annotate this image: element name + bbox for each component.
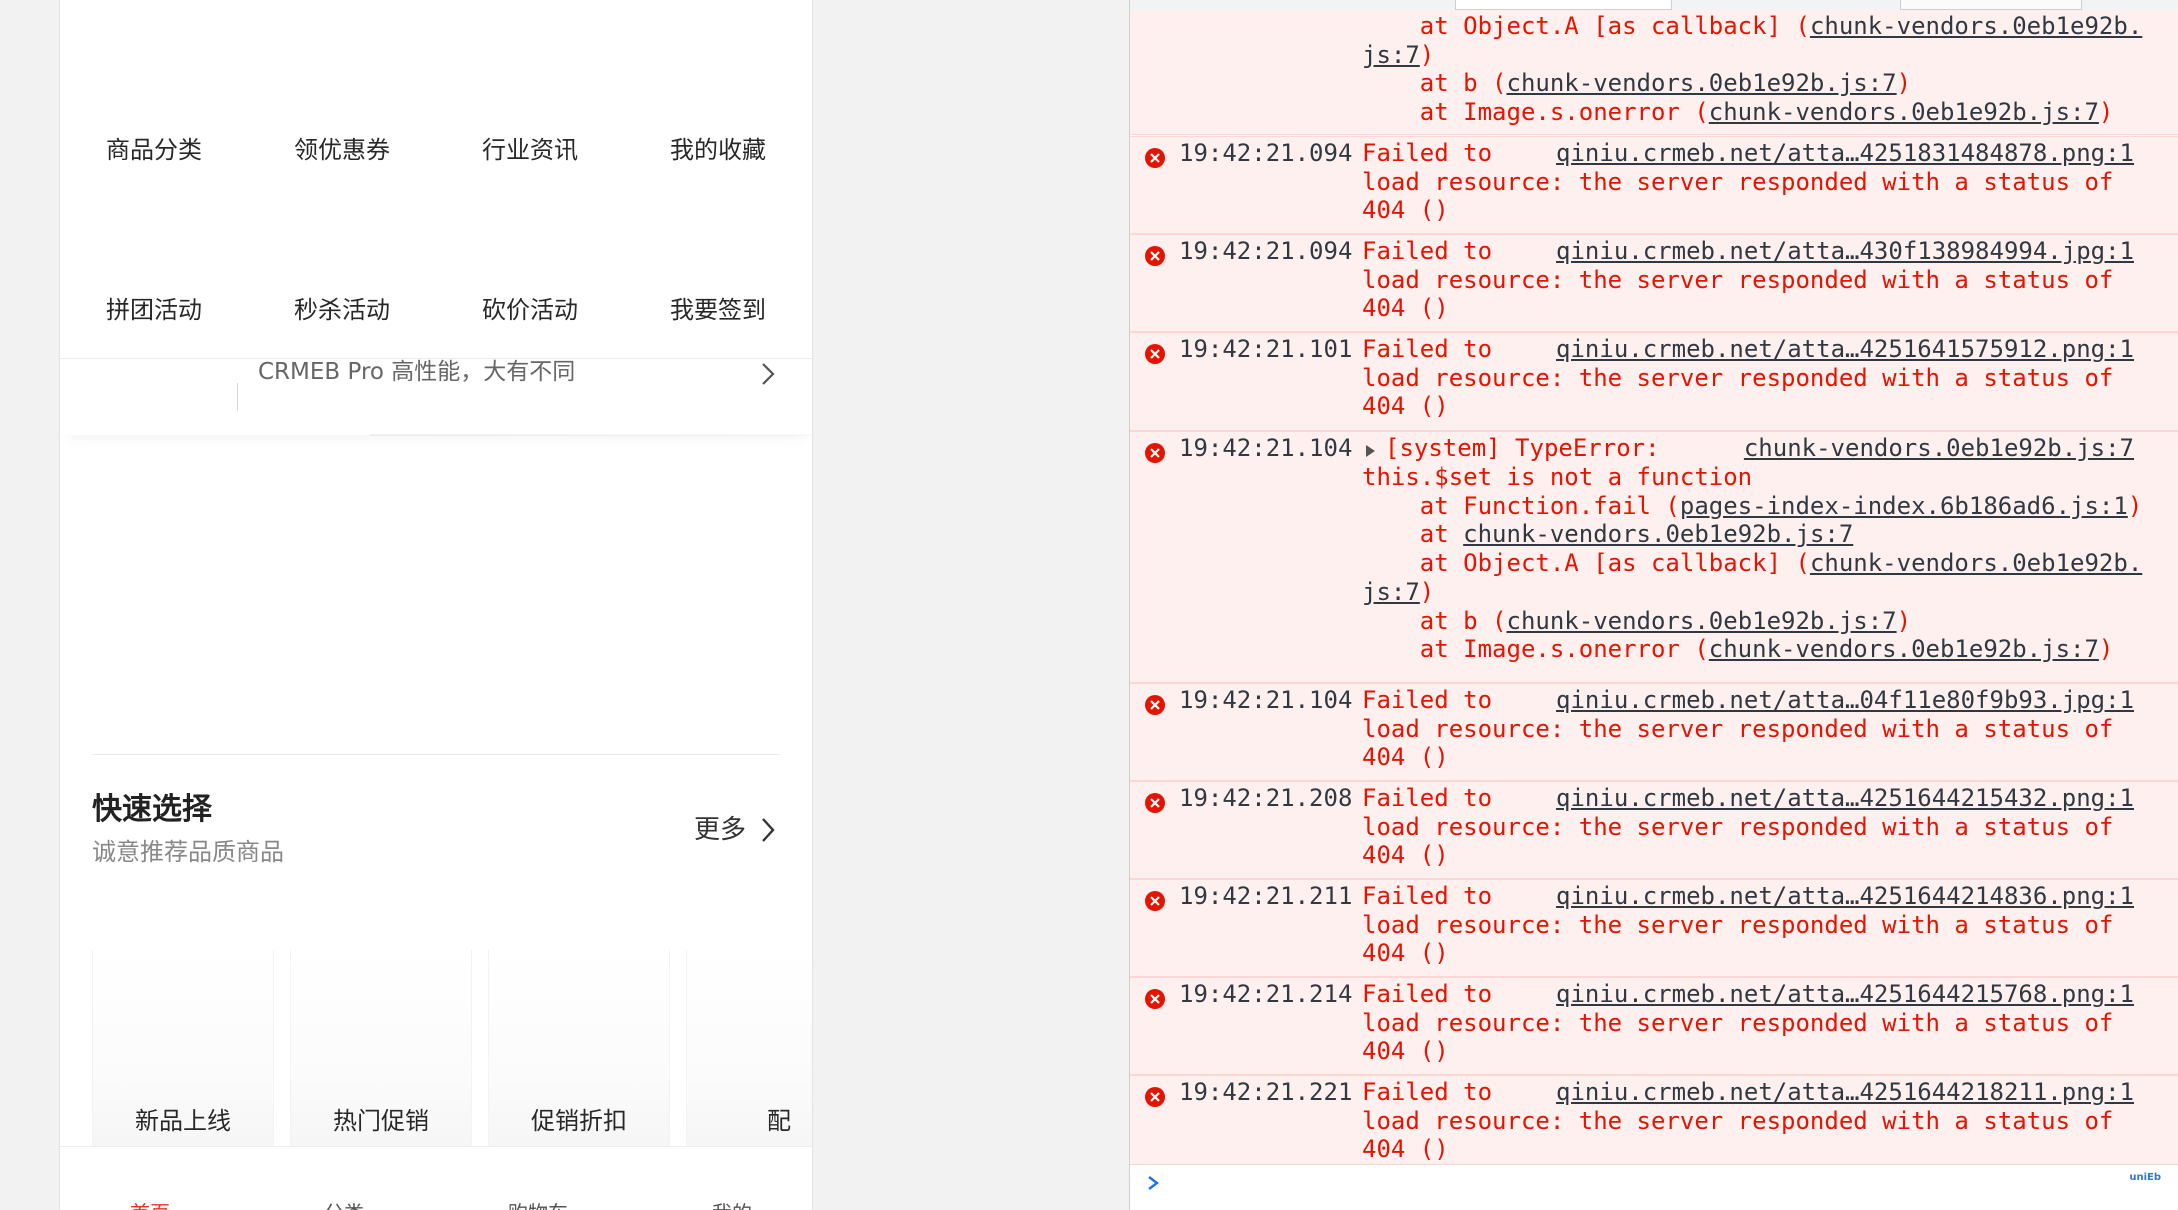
message-timestamp: 19:42:21.101 bbox=[1179, 335, 1353, 363]
quick-item-label: 促销折扣 bbox=[531, 1107, 627, 1135]
message-timestamp: 19:42:21.211 bbox=[1179, 882, 1353, 910]
quick-item[interactable]: 促销折扣 bbox=[488, 950, 670, 1146]
message-timestamp: 19:42:21.208 bbox=[1179, 784, 1353, 812]
error-icon bbox=[1145, 246, 1165, 266]
message-timestamp: 19:42:21.214 bbox=[1179, 980, 1353, 1008]
error-icon bbox=[1145, 443, 1165, 463]
stack-trace: at Object.A [as callback] (chunk-vendors… bbox=[1362, 12, 2143, 127]
source-link[interactable]: qiniu.crmeb.net/atta…04f11e80f9b93.jpg:1 bbox=[1556, 686, 2134, 715]
console-error-message: 19:42:21.221 Failed to load resource: th… bbox=[1130, 1075, 2178, 1165]
menu-item-category[interactable]: 商品分类 bbox=[60, 128, 248, 172]
source-link[interactable]: chunk-vendors.0eb1e92b.js:7 bbox=[1709, 635, 2099, 663]
menu-item-flash-sale[interactable]: 秒杀活动 bbox=[248, 288, 436, 332]
source-link[interactable]: pages-index-index.6b186ad6.js:1 bbox=[1680, 492, 2128, 520]
source-link[interactable]: chunk-vendors.0eb1e92b.js:7 bbox=[1507, 607, 1897, 635]
console-error-message-typeerror[interactable]: 19:42:21.104 [system] TypeError: chunk-v… bbox=[1130, 431, 2178, 683]
source-link[interactable]: chunk-vendors.0eb1e92b.js:7 bbox=[1507, 69, 1897, 97]
console-error-message: 19:42:21.211 Failed to load resource: th… bbox=[1130, 879, 2178, 977]
tab-mine[interactable]: 我的 bbox=[682, 1201, 782, 1210]
source-link[interactable]: qiniu.crmeb.net/atta…430f138984994.jpg:1 bbox=[1556, 237, 2134, 266]
console-error-message: 19:42:21.104 Failed to load resource: th… bbox=[1130, 683, 2178, 781]
bottom-tab-bar: 首页 分类 购物车 我的 bbox=[60, 1146, 812, 1210]
message-timestamp: 19:42:21.094 bbox=[1179, 139, 1353, 167]
expand-triangle-icon[interactable] bbox=[1364, 444, 1376, 458]
news-next-line-hint bbox=[370, 434, 812, 436]
error-icon bbox=[1145, 891, 1165, 911]
error-icon bbox=[1145, 793, 1165, 813]
tab-cart[interactable]: 购物车 bbox=[488, 1201, 588, 1210]
source-link[interactable]: qiniu.crmeb.net/atta…4251644215768.png:1 bbox=[1556, 980, 2134, 1009]
error-icon bbox=[1145, 148, 1165, 168]
source-link[interactable]: chunk-vendors.0eb1e92b.js:7 bbox=[1709, 98, 2099, 126]
console-error-message: 19:42:21.094 Failed to load resource: th… bbox=[1130, 234, 2178, 332]
source-link[interactable]: qiniu.crmeb.net/atta…4251644215432.png:1 bbox=[1556, 784, 2134, 813]
tab-category[interactable]: 分类 bbox=[294, 1201, 394, 1210]
phone-preview: 商品分类 领优惠券 行业资讯 我的收藏 拼团活动 秒杀活动 砍价活动 我要签到 … bbox=[59, 0, 813, 1210]
section-divider bbox=[92, 754, 780, 755]
news-divider bbox=[237, 383, 238, 411]
console-error-message: 19:42:21.208 Failed to load resource: th… bbox=[1130, 781, 2178, 879]
more-button[interactable]: 更多 bbox=[694, 812, 780, 848]
news-ticker[interactable]: CRMEB Pro 高性能，大有不同 bbox=[60, 358, 812, 436]
quick-item[interactable]: 新品上线 bbox=[92, 950, 274, 1146]
source-link[interactable]: js:7 bbox=[1362, 41, 1420, 69]
menu-grid-row: 商品分类 领优惠券 行业资讯 我的收藏 bbox=[60, 128, 812, 172]
error-icon bbox=[1145, 344, 1165, 364]
menu-item-favorites[interactable]: 我的收藏 bbox=[624, 128, 812, 172]
uni-app-logo: uniEb bbox=[2129, 1172, 2161, 1183]
error-icon bbox=[1145, 1087, 1165, 1107]
source-link[interactable]: chunk-vendors.0eb1e92b.js:7 bbox=[1744, 434, 2134, 463]
quick-item-label: 配 bbox=[767, 1107, 791, 1135]
news-text: CRMEB Pro 高性能，大有不同 bbox=[258, 359, 576, 385]
menu-item-group-buy[interactable]: 拼团活动 bbox=[60, 288, 248, 332]
message-timestamp: 19:42:21.104 bbox=[1179, 434, 1353, 462]
message-title: [system] TypeError: bbox=[1385, 434, 1660, 462]
filter-input[interactable] bbox=[1455, 0, 1672, 10]
source-link[interactable]: chunk-vendors.0eb1e92b. bbox=[1810, 12, 2142, 40]
quick-item-label: 热门促销 bbox=[333, 1107, 429, 1135]
quick-item-label: 新品上线 bbox=[135, 1107, 231, 1135]
chevron-right-icon bbox=[762, 818, 775, 842]
menu-item-bargain[interactable]: 砍价活动 bbox=[436, 288, 624, 332]
console-error-message: 19:42:21.101 Failed to load resource: th… bbox=[1130, 332, 2178, 431]
chevron-right-icon bbox=[762, 363, 775, 385]
error-icon bbox=[1145, 695, 1165, 715]
console-error-message: 19:42:21.214 Failed to load resource: th… bbox=[1130, 977, 2178, 1075]
more-label: 更多 bbox=[694, 815, 747, 845]
tab-home[interactable]: 首页 bbox=[100, 1201, 200, 1210]
menu-grid-row: 拼团活动 秒杀活动 砍价活动 我要签到 bbox=[60, 288, 812, 332]
source-link[interactable]: chunk-vendors.0eb1e92b. bbox=[1810, 549, 2142, 577]
source-link[interactable]: chunk-vendors.0eb1e92b.js:7 bbox=[1463, 520, 1853, 548]
source-link[interactable]: js:7 bbox=[1362, 578, 1420, 606]
message-timestamp: 19:42:21.104 bbox=[1179, 686, 1353, 714]
menu-item-news[interactable]: 行业资讯 bbox=[436, 128, 624, 172]
message-timestamp: 19:42:21.094 bbox=[1179, 237, 1353, 265]
menu-item-coupons[interactable]: 领优惠券 bbox=[248, 128, 436, 172]
log-level-select[interactable] bbox=[1900, 0, 2082, 10]
menu-item-check-in[interactable]: 我要签到 bbox=[624, 288, 812, 332]
devtools-console: at Object.A [as callback] (chunk-vendors… bbox=[1129, 0, 2178, 1210]
section-title: 快速选择 bbox=[92, 792, 212, 827]
source-link[interactable]: qiniu.crmeb.net/atta…4251831484878.png:1 bbox=[1556, 139, 2134, 168]
stack-trace: this.$set is not a function at Function.… bbox=[1362, 463, 2143, 664]
message-timestamp: 19:42:21.221 bbox=[1179, 1078, 1353, 1106]
error-icon bbox=[1145, 989, 1165, 1009]
source-link[interactable]: qiniu.crmeb.net/atta…4251641575912.png:1 bbox=[1556, 335, 2134, 364]
console-error-message: 19:42:21.094 Failed to load resource: th… bbox=[1130, 136, 2178, 234]
console-message-trace: at Object.A [as callback] (chunk-vendors… bbox=[1130, 10, 2178, 135]
quick-item[interactable]: 配 bbox=[686, 950, 812, 1146]
quick-select-list: 新品上线 热门促销 促销折扣 配 bbox=[92, 950, 812, 1146]
quick-item[interactable]: 热门促销 bbox=[290, 950, 472, 1146]
source-link[interactable]: qiniu.crmeb.net/atta…4251644218211.png:1 bbox=[1556, 1078, 2134, 1107]
console-prompt-icon[interactable] bbox=[1144, 1172, 1164, 1194]
source-link[interactable]: qiniu.crmeb.net/atta…4251644214836.png:1 bbox=[1556, 882, 2134, 911]
section-subtitle: 诚意推荐品质商品 bbox=[92, 838, 284, 866]
